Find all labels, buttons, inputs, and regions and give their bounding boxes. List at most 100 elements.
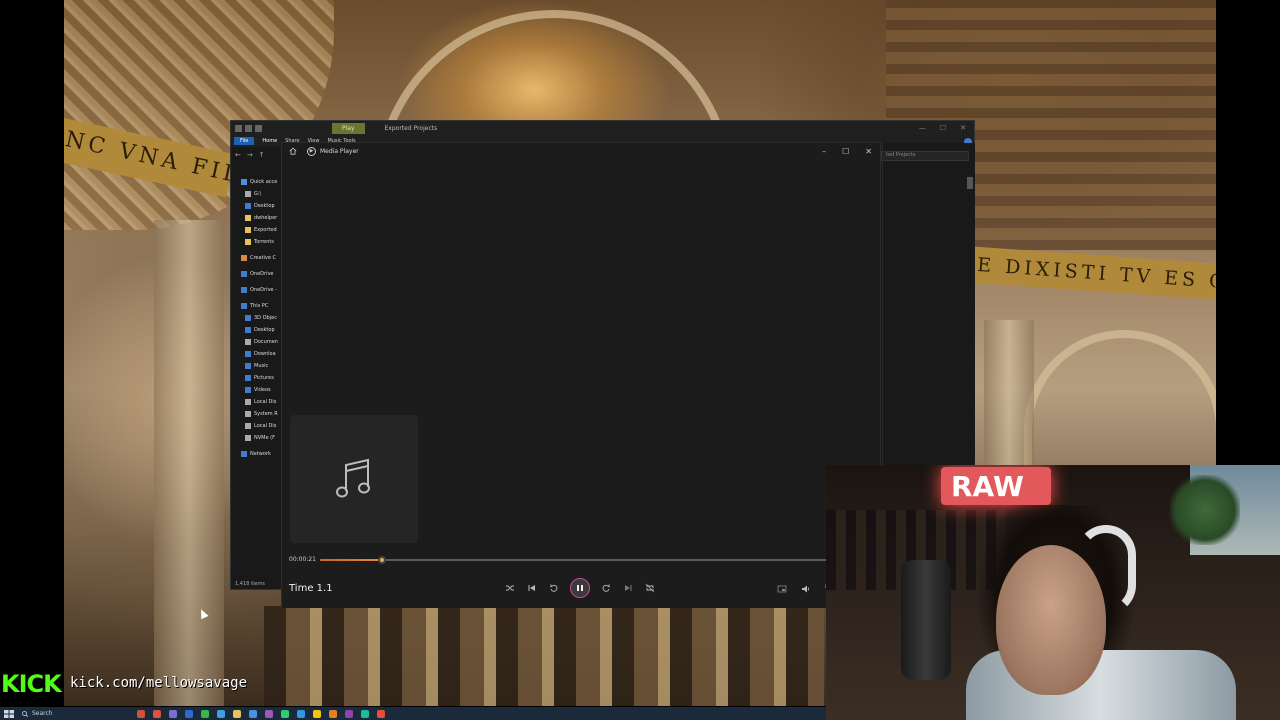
- home-icon[interactable]: [289, 147, 297, 155]
- app-icon[interactable]: [217, 709, 225, 718]
- taskbar: Search: [0, 707, 826, 720]
- app-icon[interactable]: [265, 709, 273, 718]
- next-button[interactable]: [622, 582, 634, 594]
- minimize-icon[interactable]: —: [919, 124, 926, 132]
- app-icon[interactable]: [153, 709, 161, 718]
- nav-item-label: Videos: [254, 387, 271, 393]
- close-icon[interactable]: ✕: [865, 147, 872, 156]
- neon-sign: RAW: [941, 467, 1051, 505]
- app-icon[interactable]: [201, 709, 209, 718]
- seek-bar-thumb[interactable]: [377, 556, 386, 564]
- maximize-icon[interactable]: ☐: [940, 124, 946, 132]
- forward-30-button[interactable]: [600, 582, 612, 594]
- maximize-icon[interactable]: ☐: [842, 147, 849, 156]
- app-icon[interactable]: [137, 709, 145, 718]
- repeat-off-button[interactable]: [644, 582, 656, 594]
- kick-channel-url: kick.com/mellowsavage: [70, 675, 248, 691]
- drive-icon: [245, 411, 251, 417]
- folder-icon: [245, 239, 251, 245]
- nav-item-label: dwhelper: [254, 215, 278, 221]
- seek-bar[interactable]: [320, 556, 880, 564]
- desktop-icon: [245, 203, 251, 209]
- nav-item-label: Pictures: [254, 375, 274, 381]
- minimize-icon[interactable]: –: [822, 147, 826, 156]
- nav-item-label: Local Dis: [254, 399, 277, 405]
- app-icon[interactable]: [345, 709, 353, 718]
- desktop: NC VNA FID E DIXISTI TV ES CHR Play Expo…: [0, 0, 1280, 720]
- nav-item-label: NVMe (F: [254, 435, 275, 441]
- app-icon[interactable]: [361, 709, 369, 718]
- playback-controls: [504, 578, 656, 598]
- headphones-icon: [1076, 525, 1136, 615]
- pause-icon: [577, 585, 583, 591]
- explorer-window-title: Exported Projects: [384, 124, 438, 132]
- pause-button[interactable]: [570, 578, 590, 598]
- app-icon[interactable]: [249, 709, 257, 718]
- rewind-10-button[interactable]: [548, 582, 560, 594]
- pictures-icon: [245, 375, 251, 381]
- shuffle-button[interactable]: [504, 582, 516, 594]
- tab-play[interactable]: Play: [332, 122, 365, 134]
- explorer-status-item-count: 1,418 items: [235, 581, 265, 587]
- elapsed-time: 00:00:21: [289, 556, 316, 563]
- drive-icon: [245, 435, 251, 441]
- folder-icon[interactable]: [255, 124, 262, 132]
- seek-bar-progress: [320, 559, 382, 561]
- cloud-icon: [241, 287, 247, 293]
- mini-player-button[interactable]: [776, 583, 788, 595]
- repeat-icon: [645, 583, 655, 593]
- close-icon[interactable]: ✕: [960, 124, 966, 132]
- track-title: Time 1.1: [289, 583, 333, 594]
- explorer-file-pane[interactable]: [882, 143, 975, 465]
- tab-file[interactable]: File: [234, 137, 255, 145]
- nav-item-label: Downloa: [254, 351, 276, 357]
- explorer-titlebar[interactable]: Play Exported Projects — ☐ ✕: [231, 121, 974, 135]
- music-icon: [245, 363, 251, 369]
- shuffle-icon: [506, 585, 514, 591]
- nav-item-label: Local Dis: [254, 423, 277, 429]
- quick-access-toolbar[interactable]: [231, 124, 262, 132]
- nav-item-label: This PC: [250, 303, 269, 309]
- background-plant: [1170, 475, 1240, 545]
- nav-item-label: Exported: [254, 227, 277, 233]
- nav-item-label: Music: [254, 363, 269, 369]
- taskbar-search-box[interactable]: Search: [22, 709, 117, 719]
- windows-start-icon[interactable]: [4, 709, 14, 718]
- volume-button[interactable]: [800, 583, 812, 595]
- media-player-app-icon: ▶: [307, 146, 316, 156]
- mini-player-icon: [777, 585, 787, 593]
- cube-icon: [245, 315, 251, 321]
- nav-item-label: Network: [250, 451, 271, 457]
- explorer-search-input[interactable]: ted Projects: [881, 151, 969, 161]
- tab-home[interactable]: Home: [262, 138, 277, 144]
- nav-item-label: Desktop: [254, 203, 275, 209]
- drive-icon: [245, 423, 251, 429]
- music-note-icon: [336, 458, 370, 498]
- media-player-window[interactable]: ▶ Media Player – ☐ ✕ 00:00:21 Time 1.1: [281, 142, 881, 608]
- taskbar-search-label: Search: [32, 710, 53, 717]
- app-icon[interactable]: [377, 709, 385, 718]
- webcam-overlay: RAW: [826, 465, 1280, 720]
- media-player-window-controls: – ☐ ✕: [822, 147, 880, 156]
- previous-button[interactable]: [526, 582, 538, 594]
- videos-icon: [245, 387, 251, 393]
- kick-logo: KICK: [1, 670, 62, 698]
- previous-icon: [528, 585, 535, 591]
- nav-item-label: Quick acce: [250, 179, 278, 185]
- next-icon: [625, 585, 632, 591]
- folder-icon[interactable]: [233, 709, 241, 718]
- app-icon[interactable]: [169, 709, 177, 718]
- new-folder-icon[interactable]: [245, 124, 252, 132]
- playback-bar: 00:00:21 Time 1.1: [282, 545, 881, 608]
- folder-icon: [245, 227, 251, 233]
- app-icon[interactable]: [185, 709, 193, 718]
- app-icon[interactable]: [297, 709, 305, 718]
- nav-item-label: Creative C: [250, 255, 277, 261]
- app-icon[interactable]: [281, 709, 289, 718]
- properties-icon[interactable]: [235, 124, 242, 132]
- drive-icon: [245, 399, 251, 405]
- app-icon[interactable]: [313, 709, 321, 718]
- app-icon[interactable]: [329, 709, 337, 718]
- explorer-scrollbar[interactable]: [967, 177, 973, 189]
- media-player-titlebar[interactable]: ▶ Media Player – ☐ ✕: [282, 143, 880, 159]
